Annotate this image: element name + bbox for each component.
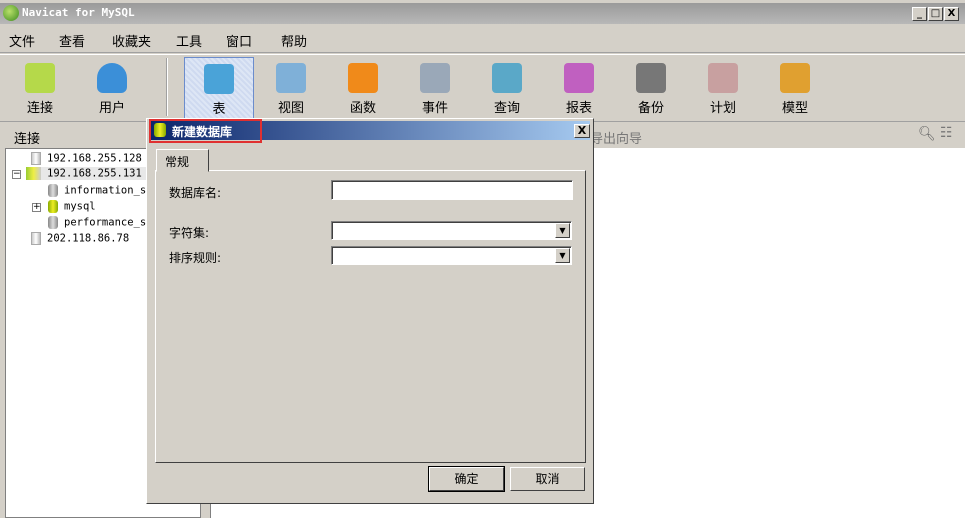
object-pane-header: 导出向导 🔍︎ ☷ (590, 121, 965, 148)
toolbar-button-label: 模型 (781, 101, 808, 116)
tree-item-label: performance_s (64, 216, 147, 229)
tree-item-connection-open[interactable]: 192.168.255.131 (26, 167, 152, 180)
tab-general[interactable]: 常规 (156, 149, 209, 172)
toolbar-button-model[interactable]: 模型 (760, 57, 830, 119)
toolbar-button-view[interactable]: 视图 (256, 57, 326, 119)
toolbar-button-report[interactable]: 报表 (544, 57, 614, 119)
user-icon (97, 63, 127, 93)
tree-item-database[interactable]: information_s (48, 184, 146, 197)
toolbar-button-schedule[interactable]: 计划 (688, 57, 758, 119)
menu-view[interactable]: 查看 (59, 31, 85, 50)
menu-bar: 文件 查看 收藏夹 工具 窗口 帮助 (0, 26, 965, 53)
toolbar-button-backup[interactable]: 备份 (616, 57, 686, 119)
database-icon (48, 216, 58, 229)
tree-item-label: mysql (64, 200, 96, 213)
menu-favorites[interactable]: 收藏夹 (112, 31, 151, 50)
cancel-button[interactable]: 取消 (510, 467, 585, 491)
toolbar-button-label: 事件 (421, 101, 448, 116)
close-button[interactable]: X (944, 7, 959, 21)
menu-tools[interactable]: 工具 (176, 31, 202, 50)
highlight-box (149, 119, 262, 143)
tree-item-label: 192.168.255.131 (47, 167, 142, 180)
title-bar: Navicat for MySQL _ □ X (0, 3, 965, 24)
menu-window[interactable]: 窗口 (226, 31, 252, 50)
function-icon (348, 63, 378, 93)
navicat-logo-icon (3, 5, 19, 21)
export-wizard-button[interactable]: 导出向导 (590, 128, 642, 147)
table-icon (204, 64, 234, 94)
toolbar-button-label: 连接 (26, 101, 53, 116)
tab-page-general: 数据库名: 字符集: ▼ 排序规则: ▼ (155, 170, 586, 463)
charset-select[interactable]: ▼ (331, 221, 572, 240)
connection-pane-title: 连接 (14, 132, 41, 147)
toolbar-button-label: 计划 (709, 101, 736, 116)
view-icon (276, 63, 306, 93)
database-open-icon (48, 200, 58, 213)
toolbar-button-label: 用户 (98, 101, 125, 116)
toolbar-separator (166, 58, 168, 116)
toolbar: 连接 用户 表 视图 函数 事件 查询 报表 备份 计划 模型 (0, 54, 965, 120)
new-database-dialog: 新建数据库 X 常规 数据库名: 字符集: ▼ 排序规则: ▼ 确定 取消 (146, 118, 594, 504)
menu-file[interactable]: 文件 (9, 31, 35, 50)
window-title: Navicat for MySQL (22, 6, 135, 19)
tree-item-connection[interactable]: 202.118.86.78 (31, 232, 129, 245)
toolbar-button-user[interactable]: 用户 (77, 57, 147, 119)
ok-button[interactable]: 确定 (428, 466, 505, 492)
toolbar-button-label: 报表 (565, 101, 592, 116)
search-icon[interactable]: 🔍︎ (918, 126, 936, 142)
tree-item-label: information_s (64, 184, 147, 197)
chevron-down-icon[interactable]: ▼ (555, 248, 570, 263)
charset-label: 字符集: (169, 226, 210, 240)
connection-icon (25, 63, 55, 93)
collation-label: 排序规则: (169, 251, 222, 265)
server-icon (31, 152, 41, 165)
toolbar-button-label: 函数 (349, 101, 376, 116)
menu-help[interactable]: 帮助 (281, 31, 307, 50)
maximize-button[interactable]: □ (928, 7, 943, 21)
collation-select[interactable]: ▼ (331, 246, 572, 265)
report-icon (564, 63, 594, 93)
chevron-down-icon[interactable]: ▼ (555, 223, 570, 238)
query-icon (492, 63, 522, 93)
server-connected-icon (26, 167, 41, 180)
tree-item-label: 202.118.86.78 (47, 232, 130, 245)
schedule-icon (708, 63, 738, 93)
toolbar-button-query[interactable]: 查询 (472, 57, 542, 119)
tab-label: 常规 (165, 155, 190, 169)
collapse-toggle[interactable]: − (12, 170, 21, 179)
expand-toggle[interactable]: + (32, 203, 41, 212)
toolbar-button-table[interactable]: 表 (184, 57, 254, 119)
tree-item-database[interactable]: mysql (48, 200, 96, 213)
minimize-button[interactable]: _ (912, 7, 927, 21)
database-icon (48, 184, 58, 197)
database-name-label: 数据库名: (169, 186, 222, 200)
event-icon (420, 63, 450, 93)
toolbar-button-label: 表 (212, 102, 226, 117)
grid-view-icon[interactable]: ☷ (940, 125, 953, 141)
toolbar-button-function[interactable]: 函数 (328, 57, 398, 119)
toolbar-button-label: 查询 (493, 101, 520, 116)
toolbar-button-event[interactable]: 事件 (400, 57, 470, 119)
toolbar-button-label: 视图 (277, 101, 304, 116)
database-name-input[interactable] (331, 180, 573, 200)
toolbar-button-connection[interactable]: 连接 (5, 57, 75, 119)
tree-item-connection[interactable]: 192.168.255.128 (31, 152, 142, 165)
tree-item-label: 192.168.255.128 (47, 152, 142, 165)
tree-item-database[interactable]: performance_s (48, 216, 146, 229)
toolbar-button-label: 备份 (637, 101, 664, 116)
backup-icon (636, 63, 666, 93)
model-icon (780, 63, 810, 93)
server-icon (31, 232, 41, 245)
dialog-close-button[interactable]: X (574, 124, 590, 138)
